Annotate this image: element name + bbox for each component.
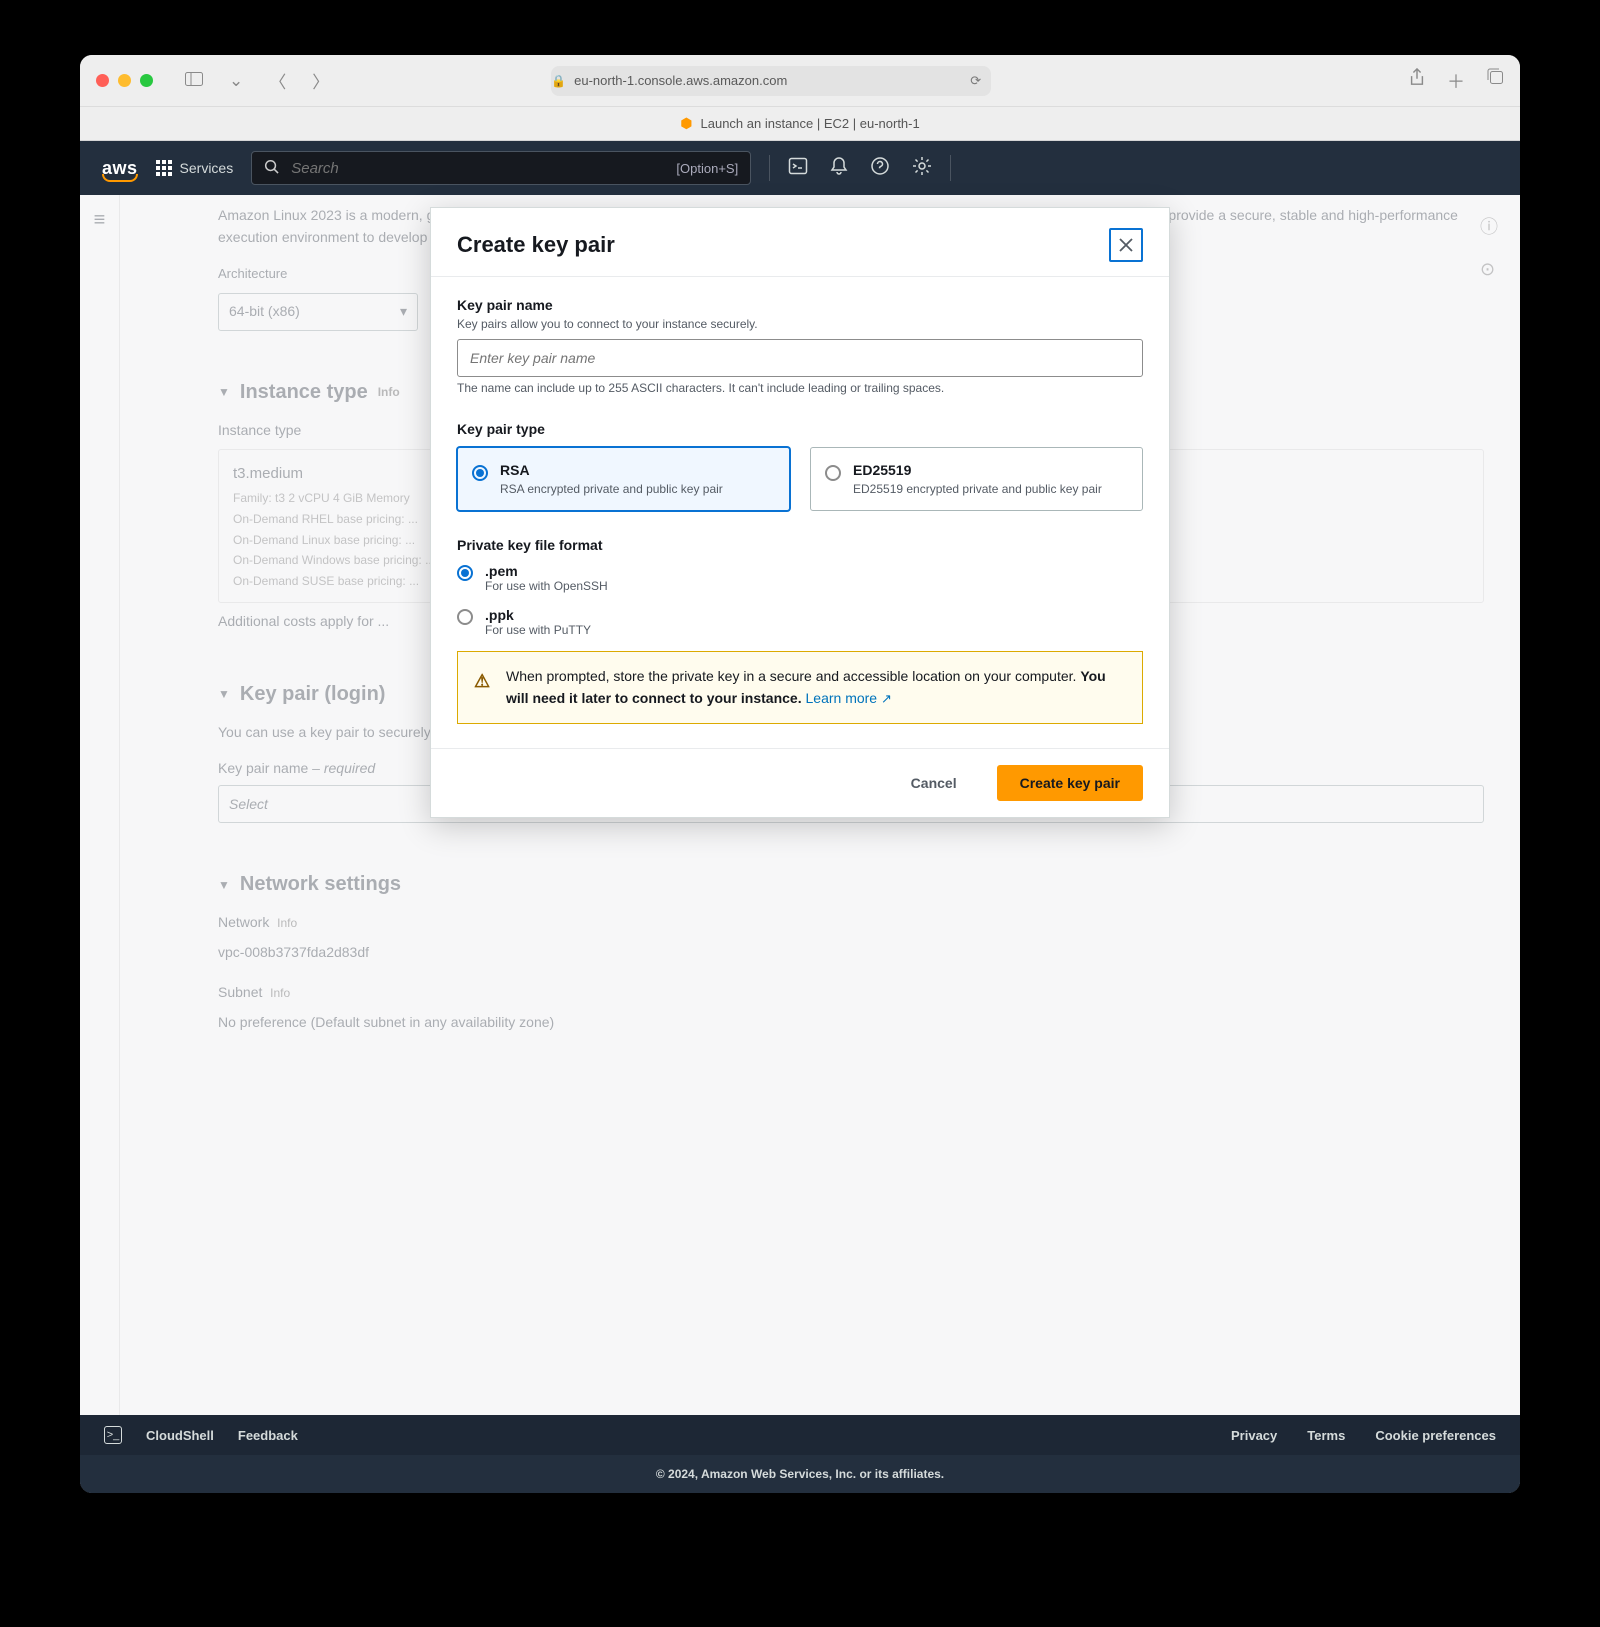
radio-icon	[472, 465, 488, 481]
chevron-down-icon[interactable]: ⌄	[223, 67, 249, 95]
nav-back-icon[interactable]: 〈	[263, 64, 292, 97]
cloudshell-icon[interactable]	[788, 156, 808, 181]
aws-footer: >_ CloudShell Feedback Privacy Terms Coo…	[80, 1415, 1520, 1493]
privacy-link[interactable]: Privacy	[1231, 1428, 1277, 1443]
services-grid-icon	[156, 160, 172, 176]
nav-divider	[769, 155, 770, 181]
minimize-window-icon[interactable]	[118, 74, 131, 87]
tab-overview-icon[interactable]	[1487, 68, 1504, 94]
lock-icon: 🔒	[551, 74, 566, 88]
global-search[interactable]: [Option+S]	[251, 151, 751, 185]
radio-icon	[457, 609, 473, 625]
key-pair-type-ed25519[interactable]: ED25519 ED25519 encrypted private and pu…	[810, 447, 1143, 511]
services-menu[interactable]: Services	[156, 160, 234, 176]
private-key-format-label: Private key file format	[457, 537, 1143, 553]
external-link-icon: ↗	[881, 691, 892, 706]
gear-icon[interactable]	[912, 156, 932, 181]
maximize-window-icon[interactable]	[140, 74, 153, 87]
key-pair-name-label: Key pair name	[457, 297, 1143, 313]
global-search-input[interactable]	[289, 159, 666, 178]
browser-titlebar: ⌄ 〈 〉 🔒 eu-north-1.console.aws.amazon.co…	[80, 55, 1520, 107]
search-shortcut: [Option+S]	[676, 161, 738, 176]
nav-divider-2	[950, 155, 951, 181]
refresh-icon[interactable]: ⟳	[970, 73, 991, 89]
terms-link[interactable]: Terms	[1307, 1428, 1345, 1443]
learn-more-link[interactable]: Learn more ↗	[806, 690, 892, 706]
create-key-pair-button[interactable]: Create key pair	[997, 765, 1143, 801]
key-pair-name-input[interactable]	[457, 339, 1143, 377]
format-pem-option[interactable]: .pem For use with OpenSSH	[457, 563, 1143, 593]
page-body: ≡ Amazon Linux 2023 is a modern, general…	[80, 195, 1520, 1415]
aws-logo-icon[interactable]: aws	[102, 158, 138, 179]
cancel-button[interactable]: Cancel	[889, 765, 979, 801]
nav-forward-icon[interactable]: 〉	[306, 64, 335, 97]
aws-favicon-icon: ⬢	[680, 115, 692, 132]
services-label: Services	[180, 160, 234, 176]
new-tab-icon[interactable]: ＋	[1447, 68, 1465, 94]
share-icon[interactable]	[1409, 68, 1425, 94]
modal-title: Create key pair	[457, 232, 615, 258]
radio-icon	[825, 465, 841, 481]
browser-window: ⌄ 〈 〉 🔒 eu-north-1.console.aws.amazon.co…	[80, 55, 1520, 1493]
cookie-preferences-link[interactable]: Cookie preferences	[1375, 1428, 1496, 1443]
key-pair-name-desc: Key pairs allow you to connect to your i…	[457, 317, 1143, 331]
key-pair-type-label: Key pair type	[457, 421, 1143, 437]
search-icon	[264, 159, 279, 177]
feedback-link[interactable]: Feedback	[238, 1428, 298, 1443]
close-window-icon[interactable]	[96, 74, 109, 87]
modal-overlay: Create key pair Key pair name Key pairs …	[80, 195, 1520, 1415]
copyright-text: © 2024, Amazon Web Services, Inc. or its…	[656, 1467, 944, 1481]
modal-close-button[interactable]	[1109, 228, 1143, 262]
aws-top-nav: aws Services [Option+S]	[80, 141, 1520, 195]
key-pair-name-hint: The name can include up to 255 ASCII cha…	[457, 381, 1143, 395]
browser-tab-title[interactable]: Launch an instance | EC2 | eu-north-1	[701, 116, 920, 131]
traffic-lights[interactable]	[96, 74, 153, 87]
create-key-pair-modal: Create key pair Key pair name Key pairs …	[430, 207, 1170, 818]
browser-url-bar[interactable]: 🔒 eu-north-1.console.aws.amazon.com ⟳	[551, 66, 991, 96]
sidebar-toggle-icon[interactable]	[179, 67, 209, 95]
radio-icon	[457, 565, 473, 581]
key-pair-type-rsa[interactable]: RSA RSA encrypted private and public key…	[457, 447, 790, 511]
browser-url-text: eu-north-1.console.aws.amazon.com	[574, 73, 787, 88]
help-icon[interactable]	[870, 156, 890, 181]
cloudshell-icon[interactable]: >_	[104, 1426, 122, 1444]
warning-icon: ⚠	[474, 668, 490, 696]
browser-tabbar: ⬢ Launch an instance | EC2 | eu-north-1	[80, 107, 1520, 141]
format-ppk-option[interactable]: .ppk For use with PuTTY	[457, 607, 1143, 637]
cloudshell-link[interactable]: CloudShell	[146, 1428, 214, 1443]
bell-icon[interactable]	[830, 156, 848, 181]
key-storage-warning: ⚠ When prompted, store the private key i…	[457, 651, 1143, 724]
